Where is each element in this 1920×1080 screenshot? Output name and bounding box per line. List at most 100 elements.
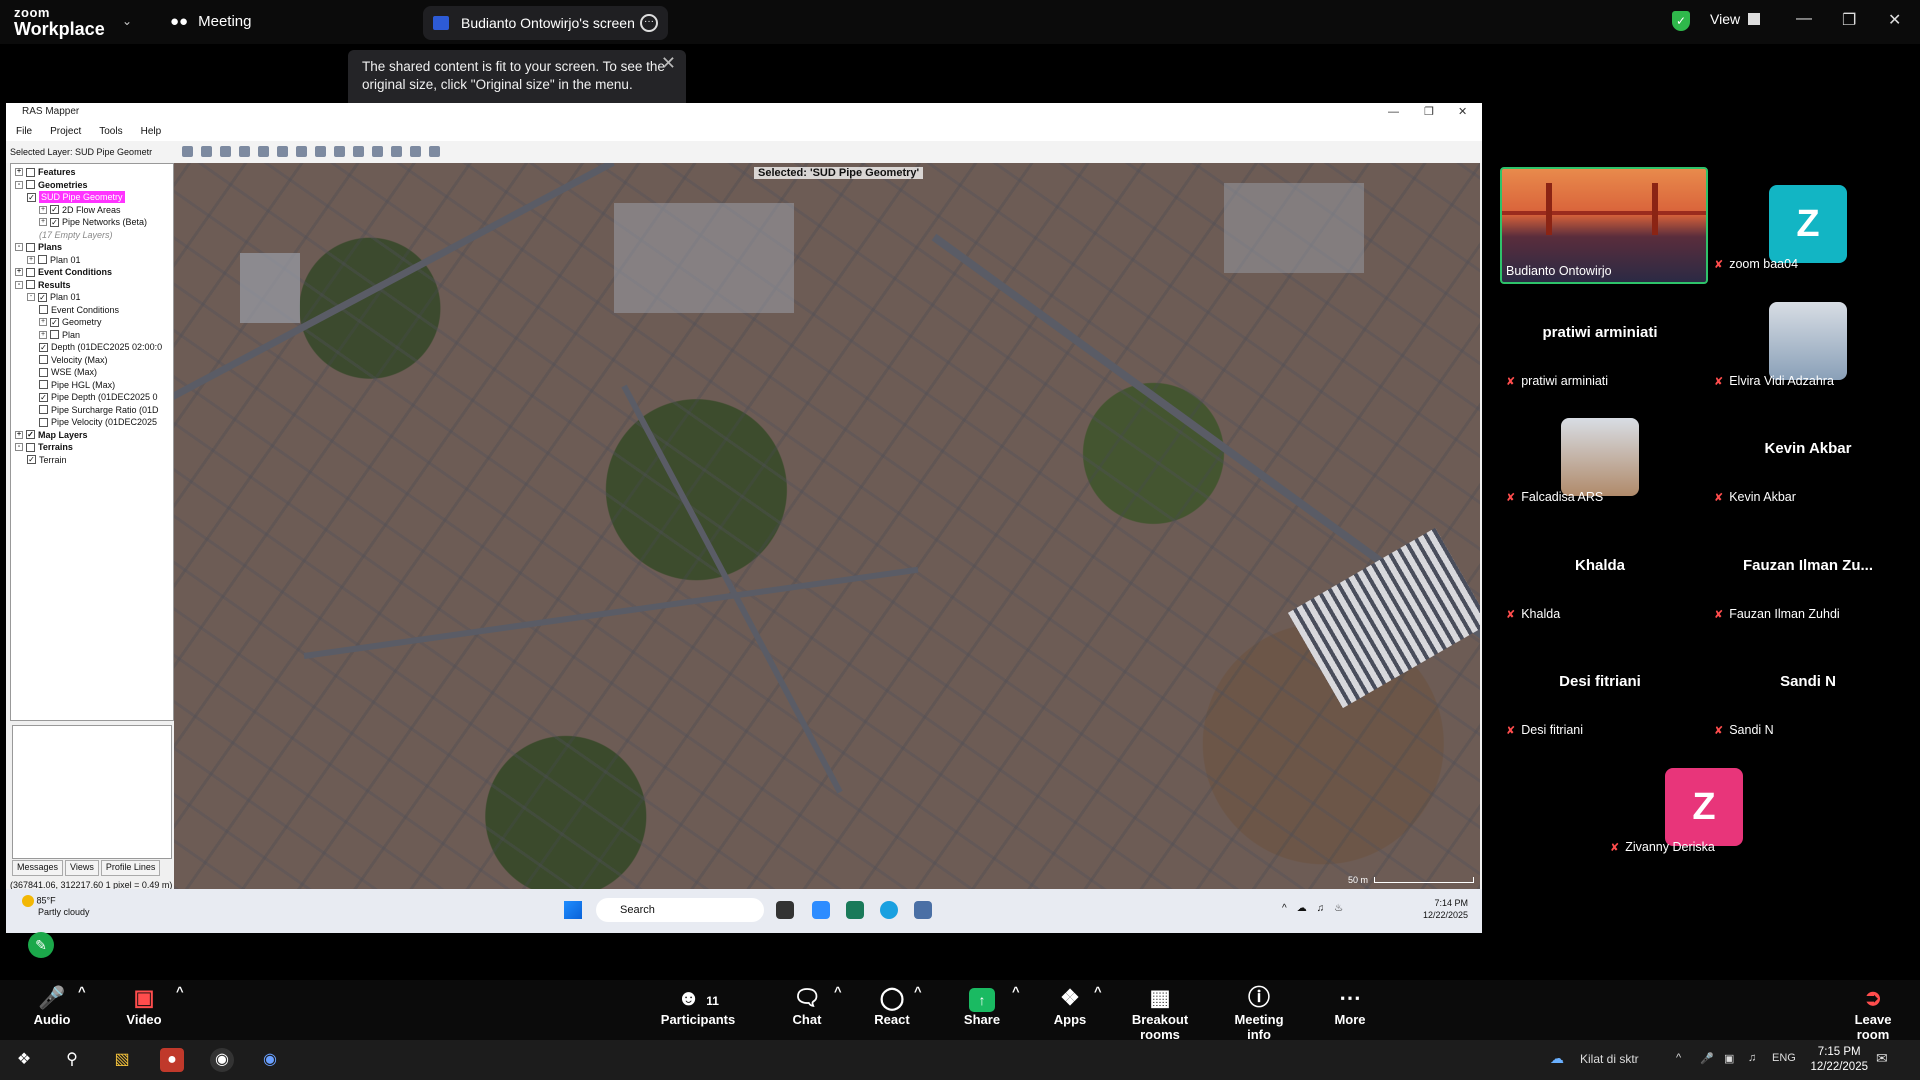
windows-clock[interactable]: 7:15 PM 12/22/2025 bbox=[1810, 1045, 1868, 1075]
windows-weather[interactable]: Kilat di sktr bbox=[1580, 1052, 1639, 1066]
layer-tree-item[interactable]: ✓ Terrain bbox=[27, 454, 67, 466]
featured-video-tile[interactable]: Budianto Ontowirjo bbox=[1500, 167, 1708, 284]
zoom-in-icon[interactable] bbox=[239, 146, 250, 157]
globe-icon[interactable] bbox=[220, 146, 231, 157]
layer-tree-item[interactable]: ✓ SUD Pipe Geometry bbox=[27, 191, 125, 203]
remote-search[interactable]: Search bbox=[596, 898, 764, 922]
excel-app-icon[interactable] bbox=[846, 901, 864, 919]
collapse-icon[interactable]: - bbox=[15, 243, 23, 251]
layer-tree-item[interactable]: - Terrains bbox=[15, 441, 73, 453]
leave-room-button[interactable]: ➲ Leave room bbox=[1838, 984, 1908, 1042]
chrome-icon[interactable]: ◉ bbox=[210, 1048, 234, 1072]
file-explorer-icon[interactable]: ▧ bbox=[110, 1048, 134, 1072]
toast-close-icon[interactable]: ✕ bbox=[661, 54, 676, 72]
search-icon[interactable]: ⚲ bbox=[60, 1048, 84, 1072]
layer-tree-item[interactable]: + ✓ Pipe Networks (Beta) bbox=[39, 216, 147, 228]
expand-icon[interactable]: + bbox=[39, 318, 47, 326]
tab-views[interactable]: Views bbox=[65, 860, 99, 876]
layer-checkbox[interactable] bbox=[39, 405, 48, 414]
zoom-logo[interactable]: zoom Workplace bbox=[14, 6, 105, 38]
expand-icon[interactable]: + bbox=[15, 268, 23, 276]
view-button[interactable]: View bbox=[1710, 11, 1761, 27]
layer-checkbox[interactable] bbox=[38, 255, 47, 264]
participant-tile[interactable]: Khalda ✘ Khalda bbox=[1500, 517, 1700, 627]
ras-close-icon[interactable]: ✕ bbox=[1458, 103, 1467, 121]
select-tool-icon[interactable] bbox=[182, 146, 193, 157]
layer-checkbox[interactable]: ✓ bbox=[27, 192, 36, 202]
share-caret-icon[interactable]: ^ bbox=[1012, 984, 1020, 999]
layer-tree-item[interactable]: + ✓ Geometry bbox=[39, 316, 102, 328]
layer-checkbox[interactable]: ✓ bbox=[27, 455, 36, 464]
ras-maximize-icon[interactable]: ❐ bbox=[1424, 103, 1434, 121]
participant-tile[interactable]: Z ✘ Zivanny Deriska bbox=[1604, 750, 1804, 860]
audio-button[interactable]: 🎤 Audio bbox=[30, 984, 74, 1027]
zoom-app-icon[interactable] bbox=[812, 901, 830, 919]
menu-help[interactable]: Help bbox=[141, 126, 162, 137]
expand-icon[interactable]: + bbox=[39, 218, 47, 226]
participants-button[interactable]: ☻ 11 Participants bbox=[660, 984, 736, 1027]
layer-tree-item[interactable]: + ✓ 2D Flow Areas bbox=[39, 204, 121, 216]
layer-tree-item[interactable]: - Plans bbox=[15, 241, 62, 253]
layer-checkbox[interactable] bbox=[26, 242, 35, 252]
apps-caret-icon[interactable]: ^ bbox=[1094, 984, 1102, 999]
back-icon[interactable] bbox=[296, 146, 307, 157]
weather-cloud-icon[interactable]: ☁ bbox=[1550, 1050, 1564, 1067]
layers-icon[interactable] bbox=[410, 146, 421, 157]
satellite-map[interactable]: Selected: 'SUD Pipe Geometry' 50 m bbox=[174, 163, 1480, 889]
layer-tree-item[interactable]: WSE (Max) bbox=[39, 366, 97, 378]
layer-tree-item[interactable]: + Plan 01 bbox=[27, 254, 81, 266]
edge-browser-icon[interactable] bbox=[880, 901, 898, 919]
collapse-icon[interactable]: - bbox=[15, 280, 23, 289]
participant-tile[interactable]: ✘ Elvira Vidi Adzahra bbox=[1708, 284, 1908, 394]
volume-icon[interactable]: ♫ bbox=[1748, 1052, 1756, 1064]
collapse-icon[interactable]: - bbox=[15, 180, 23, 189]
chat-caret-icon[interactable]: ^ bbox=[834, 984, 842, 999]
layer-tree-item[interactable]: - Results bbox=[15, 279, 71, 291]
profile-icon[interactable] bbox=[391, 146, 402, 157]
layer-checkbox[interactable] bbox=[50, 330, 59, 339]
expand-icon[interactable]: + bbox=[15, 168, 23, 176]
menu-tools[interactable]: Tools bbox=[99, 126, 122, 137]
ras-minimize-icon[interactable]: — bbox=[1388, 103, 1399, 121]
participant-tile[interactable]: Kevin Akbar ✘ Kevin Akbar bbox=[1708, 400, 1908, 510]
tab-profile-lines[interactable]: Profile Lines bbox=[100, 860, 161, 876]
layer-checkbox[interactable]: ✓ bbox=[50, 205, 59, 214]
windows-logo-icon[interactable]: ❖ bbox=[12, 1048, 36, 1072]
layer-tree-item[interactable]: Pipe Surcharge Ratio (01D bbox=[39, 404, 159, 416]
tab-messages[interactable]: Messages bbox=[12, 860, 64, 876]
layer-tree-item[interactable]: (17 Empty Layers) bbox=[39, 229, 113, 241]
participant-tile[interactable]: Fauzan Ilman Zu... ✘ Fauzan Ilman Zuhdi bbox=[1708, 517, 1908, 627]
zoom-taskbar-icon[interactable]: ◉ bbox=[258, 1048, 282, 1072]
participant-tile[interactable]: Desi fitriani ✘ Desi fitriani bbox=[1500, 633, 1700, 743]
layer-tree-item[interactable]: ✓ Pipe Depth (01DEC2025 0 bbox=[39, 391, 158, 403]
shared-screen-tab[interactable]: Budianto Ontowirjo's screen ··· bbox=[423, 6, 668, 40]
restore-icon[interactable]: ❐ bbox=[1842, 10, 1856, 30]
layer-checkbox[interactable]: ✓ bbox=[38, 292, 47, 302]
remote-tray-icons[interactable]: ^☁♫♨ bbox=[1282, 903, 1353, 914]
annotate-pencil-icon[interactable]: ✎ bbox=[28, 932, 54, 958]
collapse-icon[interactable]: - bbox=[15, 443, 23, 451]
full-extent-icon[interactable] bbox=[277, 146, 288, 157]
layer-checkbox[interactable] bbox=[26, 280, 35, 289]
language-indicator[interactable]: ENG bbox=[1772, 1052, 1796, 1064]
video-button[interactable]: ▣ Video bbox=[122, 984, 166, 1027]
security-shield-icon[interactable]: ✓ bbox=[1672, 11, 1690, 31]
layer-checkbox[interactable] bbox=[26, 180, 35, 189]
layer-tree-item[interactable]: + ✓ Map Layers bbox=[15, 429, 88, 441]
participant-tile[interactable]: Z ✘ zoom baa04 bbox=[1708, 167, 1908, 277]
notification-icon[interactable]: ✉ bbox=[1876, 1050, 1888, 1067]
layer-checkbox[interactable] bbox=[39, 367, 48, 377]
audio-caret-icon[interactable]: ^ bbox=[78, 984, 86, 999]
layer-checkbox[interactable]: ✓ bbox=[39, 342, 48, 352]
layer-tree-item[interactable]: Pipe Velocity (01DEC2025 bbox=[39, 416, 157, 428]
layer-checkbox[interactable] bbox=[39, 380, 48, 389]
layer-checkbox[interactable] bbox=[39, 355, 48, 364]
layer-tree-item[interactable]: ✓ Depth (01DEC2025 02:00:0 bbox=[39, 341, 162, 353]
react-button[interactable]: ◯ React bbox=[872, 984, 912, 1027]
layer-tree-item[interactable]: Pipe HGL (Max) bbox=[39, 379, 115, 391]
expand-icon[interactable]: + bbox=[27, 255, 35, 264]
tray-mic-icon[interactable]: 🎤 bbox=[1700, 1052, 1714, 1065]
meeting-button[interactable]: ●● Meeting bbox=[170, 13, 252, 30]
network-icon[interactable]: ▣ bbox=[1724, 1052, 1734, 1065]
layer-tree-item[interactable]: - Geometries bbox=[15, 179, 88, 191]
